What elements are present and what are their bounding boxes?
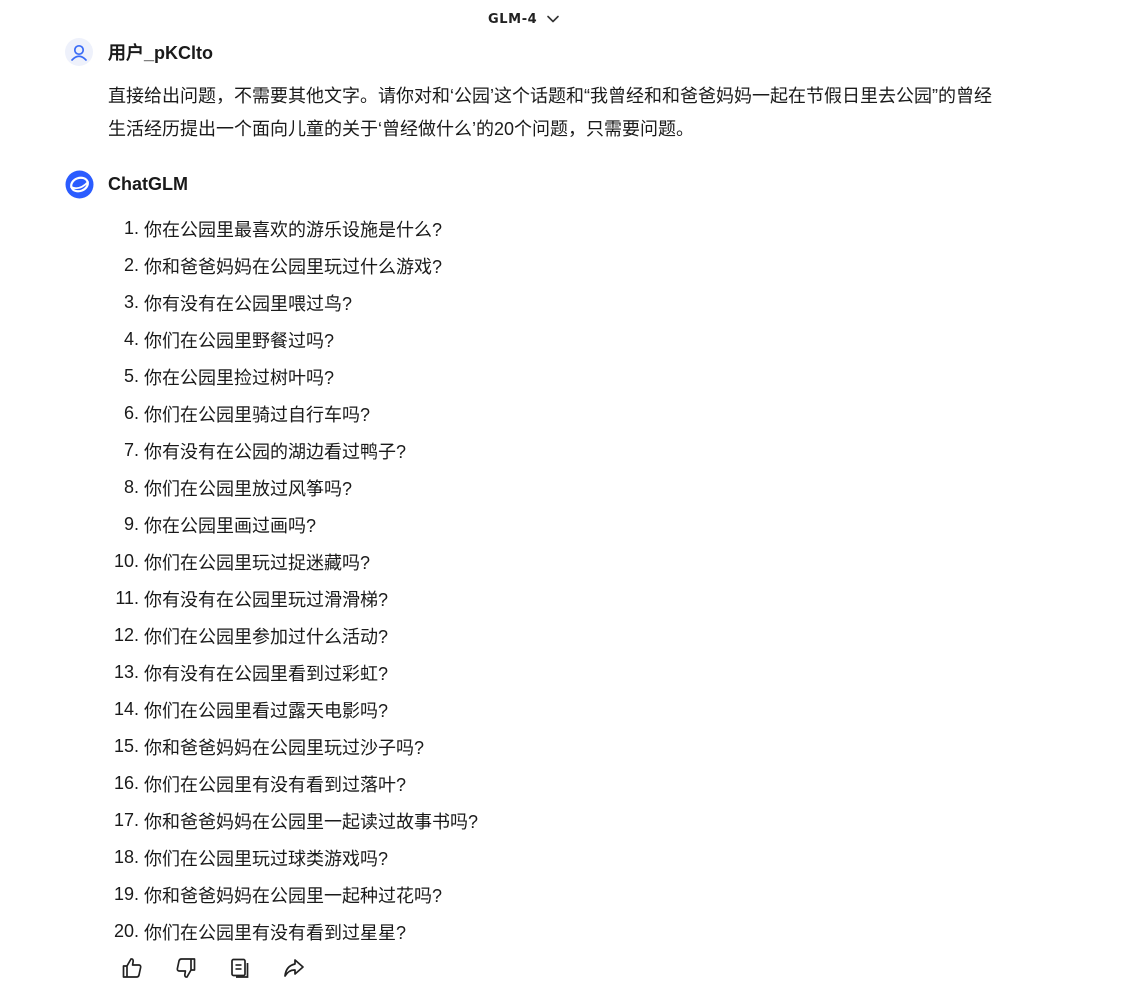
list-item-text: 你有没有在公园的湖边看过鸭子?	[144, 441, 407, 462]
chat-page: GLM-4 用户_pKClto 直接给出问题，不需要其他文字。请你对和‘公园’这…	[0, 0, 1131, 1002]
list-item: 16. 你们在公园里有没有看到过落叶?	[108, 765, 478, 802]
dislike-button[interactable]	[174, 955, 198, 981]
list-item: 20. 你们在公园里有没有看到过星星?	[108, 913, 478, 950]
list-item-text: 你们在公园里野餐过吗?	[144, 330, 335, 351]
list-item: 3. 你有没有在公园里喂过鸟?	[108, 284, 478, 321]
list-item-number: 16.	[113, 773, 139, 793]
list-item-number: 1.	[123, 218, 139, 238]
list-item-number: 4.	[123, 329, 139, 349]
list-item-number: 20.	[113, 921, 139, 941]
list-item-text: 你有没有在公园里看到过彩虹?	[144, 663, 389, 684]
model-selector[interactable]: GLM-4	[488, 8, 560, 30]
list-item-number: 5.	[123, 366, 139, 386]
list-item: 6. 你们在公园里骑过自行车吗?	[108, 395, 478, 432]
list-item-text: 你有没有在公园里玩过滑滑梯?	[144, 589, 389, 610]
list-item: 14. 你们在公园里看过露天电影吗?	[108, 691, 478, 728]
copy-icon	[231, 958, 249, 978]
list-item-number: 10.	[113, 551, 139, 571]
list-item: 11. 你有没有在公园里玩过滑滑梯?	[108, 580, 478, 617]
list-item: 5. 你在公园里捡过树叶吗?	[108, 358, 478, 395]
list-item-number: 12.	[113, 625, 139, 645]
list-item-text: 你和爸爸妈妈在公园里一起种过花吗?	[144, 885, 443, 906]
copy-button[interactable]	[228, 955, 252, 981]
thumbs-up-icon	[122, 958, 142, 978]
list-item-number: 18.	[113, 847, 139, 867]
list-item-number: 15.	[113, 736, 139, 756]
list-item-text: 你有没有在公园里喂过鸟?	[144, 293, 353, 314]
list-item: 7. 你有没有在公园的湖边看过鸭子?	[108, 432, 478, 469]
list-item-text: 你们在公园里有没有看到过落叶?	[144, 774, 407, 795]
list-item-text: 你们在公园里看过露天电影吗?	[144, 700, 389, 721]
user-name: 用户_pKClto	[108, 43, 213, 63]
list-item: 13. 你有没有在公园里看到过彩虹?	[108, 654, 478, 691]
list-item-text: 你们在公园里放过风筝吗?	[144, 478, 353, 499]
list-item: 18. 你们在公园里玩过球类游戏吗?	[108, 839, 478, 876]
list-item: 15. 你和爸爸妈妈在公园里玩过沙子吗?	[108, 728, 478, 765]
list-item-text: 你们在公园里参加过什么活动?	[144, 626, 389, 647]
list-item-text: 你们在公园里玩过捉迷藏吗?	[144, 552, 371, 573]
list-item-text: 你和爸爸妈妈在公园里玩过沙子吗?	[144, 737, 425, 758]
bot-name: ChatGLM	[108, 174, 188, 194]
list-item-number: 6.	[123, 403, 139, 423]
list-item: 10. 你们在公园里玩过捉迷藏吗?	[108, 543, 478, 580]
user-message-text: 直接给出问题，不需要其他文字。请你对和‘公园’这个话题和“我曾经和和爸爸妈妈一起…	[108, 86, 992, 139]
list-item-number: 7.	[123, 440, 139, 460]
model-name: GLM-4	[488, 11, 538, 27]
share-button[interactable]	[282, 955, 306, 981]
list-item-number: 19.	[113, 884, 139, 904]
share-icon	[284, 959, 304, 977]
list-item: 2. 你和爸爸妈妈在公园里玩过什么游戏?	[108, 247, 478, 284]
list-item-text: 你和爸爸妈妈在公园里玩过什么游戏?	[144, 256, 443, 277]
list-item-number: 14.	[113, 699, 139, 719]
list-item-number: 8.	[123, 477, 139, 497]
thumbs-down-icon	[176, 958, 196, 978]
like-button[interactable]	[120, 955, 144, 981]
list-item: 9. 你在公园里画过画吗?	[108, 506, 478, 543]
list-item-text: 你们在公园里骑过自行车吗?	[144, 404, 371, 425]
list-item: 4. 你们在公园里野餐过吗?	[108, 321, 478, 358]
list-item-number: 3.	[123, 292, 139, 312]
list-item: 8. 你们在公园里放过风筝吗?	[108, 469, 478, 506]
answer-list: 1. 你在公园里最喜欢的游乐设施是什么? 2. 你和爸爸妈妈在公园里玩过什么游戏? 3.…	[108, 210, 478, 950]
list-item-text: 你在公园里捡过树叶吗?	[144, 367, 335, 388]
list-item-number: 2.	[123, 255, 139, 275]
list-item-text: 你们在公园里玩过球类游戏吗?	[144, 848, 389, 869]
user-avatar-icon	[65, 38, 93, 66]
chatglm-logo-icon	[65, 170, 94, 199]
list-item-text: 你在公园里画过画吗?	[144, 515, 317, 536]
list-item-text: 你和爸爸妈妈在公园里一起读过故事书吗?	[144, 811, 479, 832]
list-item: 17. 你和爸爸妈妈在公园里一起读过故事书吗?	[108, 802, 478, 839]
list-item-number: 9.	[123, 514, 139, 534]
list-item: 12. 你们在公园里参加过什么活动?	[108, 617, 478, 654]
message-actions	[120, 955, 306, 981]
list-item-number: 13.	[113, 662, 139, 682]
list-item-text: 你们在公园里有没有看到过星星?	[144, 922, 407, 943]
chevron-down-icon	[547, 15, 560, 23]
list-item-number: 17.	[113, 810, 139, 830]
list-item-number: 11.	[115, 588, 139, 608]
list-item: 1. 你在公园里最喜欢的游乐设施是什么?	[108, 210, 478, 247]
list-item: 19. 你和爸爸妈妈在公园里一起种过花吗?	[108, 876, 478, 913]
list-item-text: 你在公园里最喜欢的游乐设施是什么?	[144, 219, 443, 240]
